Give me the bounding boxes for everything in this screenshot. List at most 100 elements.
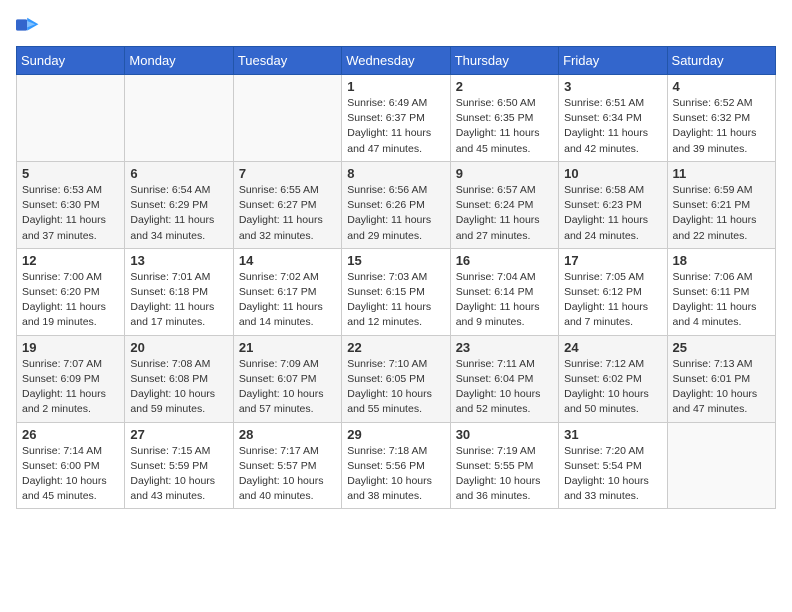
calendar-day-cell: [233, 75, 341, 162]
day-info: Sunrise: 6:56 AM Sunset: 6:26 PM Dayligh…: [347, 183, 444, 244]
calendar-day-cell: 28 Sunrise: 7:17 AM Sunset: 5:57 PM Dayli…: [233, 422, 341, 509]
calendar-day-cell: 31Sunrise: 7:20 AM Sunset: 5:54 PM Dayli…: [559, 422, 667, 509]
calendar-day-cell: 29Sunrise: 7:18 AM Sunset: 5:56 PM Dayli…: [342, 422, 450, 509]
calendar-day-cell: 16 Sunrise: 7:04 AM Sunset: 6:14 PM Dayli…: [450, 248, 558, 335]
calendar-day-cell: 21 Sunrise: 7:09 AM Sunset: 6:07 PM Dayli…: [233, 335, 341, 422]
day-info: Sunrise: 6:51 AM Sunset: 6:34 PM Dayligh…: [564, 96, 661, 157]
day-number: 13: [130, 253, 227, 268]
day-info: Sunrise: 7:09 AM Sunset: 6:07 PM Dayligh…: [239, 357, 336, 418]
calendar-day-cell: 15 Sunrise: 7:03 AM Sunset: 6:15 PM Dayli…: [342, 248, 450, 335]
day-number: 28: [239, 427, 336, 442]
day-number: 27: [130, 427, 227, 442]
page-header: [16, 16, 776, 34]
calendar-day-cell: 20 Sunrise: 7:08 AM Sunset: 6:08 PM Dayli…: [125, 335, 233, 422]
day-number: 4: [673, 79, 770, 94]
calendar-day-cell: 26 Sunrise: 7:14 AM Sunset: 6:00 PM Dayli…: [17, 422, 125, 509]
day-of-week-header: Friday: [559, 47, 667, 75]
day-of-week-header: Sunday: [17, 47, 125, 75]
calendar-table: SundayMondayTuesdayWednesdayThursdayFrid…: [16, 46, 776, 509]
calendar-day-cell: 13 Sunrise: 7:01 AM Sunset: 6:18 PM Dayli…: [125, 248, 233, 335]
day-info: Sunrise: 7:14 AM Sunset: 6:00 PM Dayligh…: [22, 444, 119, 505]
day-number: 10: [564, 166, 661, 181]
day-number: 1: [347, 79, 444, 94]
day-info: Sunrise: 6:53 AM Sunset: 6:30 PM Dayligh…: [22, 183, 119, 244]
day-of-week-header: Thursday: [450, 47, 558, 75]
day-info: Sunrise: 7:01 AM Sunset: 6:18 PM Dayligh…: [130, 270, 227, 331]
calendar-day-cell: 3 Sunrise: 6:51 AM Sunset: 6:34 PM Daylig…: [559, 75, 667, 162]
day-info: Sunrise: 7:04 AM Sunset: 6:14 PM Dayligh…: [456, 270, 553, 331]
day-of-week-header: Monday: [125, 47, 233, 75]
day-info: Sunrise: 6:57 AM Sunset: 6:24 PM Dayligh…: [456, 183, 553, 244]
day-number: 12: [22, 253, 119, 268]
calendar-day-cell: 11 Sunrise: 6:59 AM Sunset: 6:21 PM Dayli…: [667, 161, 775, 248]
day-info: Sunrise: 7:19 AM Sunset: 5:55 PM Dayligh…: [456, 444, 553, 505]
day-info: Sunrise: 7:17 AM Sunset: 5:57 PM Dayligh…: [239, 444, 336, 505]
day-info: Sunrise: 7:00 AM Sunset: 6:20 PM Dayligh…: [22, 270, 119, 331]
day-number: 23: [456, 340, 553, 355]
day-number: 18: [673, 253, 770, 268]
day-info: Sunrise: 6:50 AM Sunset: 6:35 PM Dayligh…: [456, 96, 553, 157]
calendar-day-cell: 2 Sunrise: 6:50 AM Sunset: 6:35 PM Daylig…: [450, 75, 558, 162]
day-info: Sunrise: 7:06 AM Sunset: 6:11 PM Dayligh…: [673, 270, 770, 331]
day-number: 7: [239, 166, 336, 181]
day-of-week-header: Saturday: [667, 47, 775, 75]
day-info: Sunrise: 7:13 AM Sunset: 6:01 PM Dayligh…: [673, 357, 770, 418]
calendar-day-cell: 12 Sunrise: 7:00 AM Sunset: 6:20 PM Dayli…: [17, 248, 125, 335]
day-number: 24: [564, 340, 661, 355]
day-number: 15: [347, 253, 444, 268]
day-info: Sunrise: 7:08 AM Sunset: 6:08 PM Dayligh…: [130, 357, 227, 418]
day-number: 2: [456, 79, 553, 94]
day-info: Sunrise: 7:07 AM Sunset: 6:09 PM Dayligh…: [22, 357, 119, 418]
day-number: 11: [673, 166, 770, 181]
calendar-day-cell: 10 Sunrise: 6:58 AM Sunset: 6:23 PM Dayli…: [559, 161, 667, 248]
day-info: Sunrise: 6:59 AM Sunset: 6:21 PM Dayligh…: [673, 183, 770, 244]
day-number: 21: [239, 340, 336, 355]
day-info: Sunrise: 7:05 AM Sunset: 6:12 PM Dayligh…: [564, 270, 661, 331]
calendar-day-cell: 4Sunrise: 6:52 AM Sunset: 6:32 PM Daylig…: [667, 75, 775, 162]
day-number: 5: [22, 166, 119, 181]
calendar-day-cell: 23 Sunrise: 7:11 AM Sunset: 6:04 PM Dayli…: [450, 335, 558, 422]
day-number: 22: [347, 340, 444, 355]
day-number: 19: [22, 340, 119, 355]
day-number: 17: [564, 253, 661, 268]
calendar-day-cell: [17, 75, 125, 162]
calendar-day-cell: 17 Sunrise: 7:05 AM Sunset: 6:12 PM Dayli…: [559, 248, 667, 335]
calendar-week-row: 5 Sunrise: 6:53 AM Sunset: 6:30 PM Daylig…: [17, 161, 776, 248]
calendar-day-cell: [125, 75, 233, 162]
day-number: 20: [130, 340, 227, 355]
day-number: 14: [239, 253, 336, 268]
calendar-week-row: 19 Sunrise: 7:07 AM Sunset: 6:09 PM Dayli…: [17, 335, 776, 422]
day-info: Sunrise: 7:02 AM Sunset: 6:17 PM Dayligh…: [239, 270, 336, 331]
day-number: 16: [456, 253, 553, 268]
calendar-day-cell: 8Sunrise: 6:56 AM Sunset: 6:26 PM Daylig…: [342, 161, 450, 248]
day-info: Sunrise: 7:10 AM Sunset: 6:05 PM Dayligh…: [347, 357, 444, 418]
calendar-day-cell: 19 Sunrise: 7:07 AM Sunset: 6:09 PM Dayli…: [17, 335, 125, 422]
day-info: Sunrise: 6:58 AM Sunset: 6:23 PM Dayligh…: [564, 183, 661, 244]
day-info: Sunrise: 7:11 AM Sunset: 6:04 PM Dayligh…: [456, 357, 553, 418]
day-info: Sunrise: 6:54 AM Sunset: 6:29 PM Dayligh…: [130, 183, 227, 244]
day-of-week-header: Tuesday: [233, 47, 341, 75]
calendar-day-cell: 18 Sunrise: 7:06 AM Sunset: 6:11 PM Dayli…: [667, 248, 775, 335]
calendar-day-cell: 24Sunrise: 7:12 AM Sunset: 6:02 PM Dayli…: [559, 335, 667, 422]
day-info: Sunrise: 6:55 AM Sunset: 6:27 PM Dayligh…: [239, 183, 336, 244]
day-info: Sunrise: 7:20 AM Sunset: 5:54 PM Dayligh…: [564, 444, 661, 505]
day-number: 26: [22, 427, 119, 442]
day-number: 25: [673, 340, 770, 355]
calendar-week-row: 26 Sunrise: 7:14 AM Sunset: 6:00 PM Dayli…: [17, 422, 776, 509]
day-number: 29: [347, 427, 444, 442]
calendar-day-cell: 14 Sunrise: 7:02 AM Sunset: 6:17 PM Dayli…: [233, 248, 341, 335]
calendar-day-cell: 22 Sunrise: 7:10 AM Sunset: 6:05 PM Dayli…: [342, 335, 450, 422]
day-info: Sunrise: 7:03 AM Sunset: 6:15 PM Dayligh…: [347, 270, 444, 331]
day-number: 9: [456, 166, 553, 181]
logo: [16, 16, 44, 34]
calendar-day-cell: 7 Sunrise: 6:55 AM Sunset: 6:27 PM Daylig…: [233, 161, 341, 248]
calendar-header-row: SundayMondayTuesdayWednesdayThursdayFrid…: [17, 47, 776, 75]
calendar-week-row: 1Sunrise: 6:49 AM Sunset: 6:37 PM Daylig…: [17, 75, 776, 162]
calendar-day-cell: 25 Sunrise: 7:13 AM Sunset: 6:01 PM Dayli…: [667, 335, 775, 422]
day-info: Sunrise: 7:15 AM Sunset: 5:59 PM Dayligh…: [130, 444, 227, 505]
day-number: 30: [456, 427, 553, 442]
calendar-week-row: 12 Sunrise: 7:00 AM Sunset: 6:20 PM Dayli…: [17, 248, 776, 335]
day-of-week-header: Wednesday: [342, 47, 450, 75]
day-number: 3: [564, 79, 661, 94]
calendar-day-cell: 1Sunrise: 6:49 AM Sunset: 6:37 PM Daylig…: [342, 75, 450, 162]
